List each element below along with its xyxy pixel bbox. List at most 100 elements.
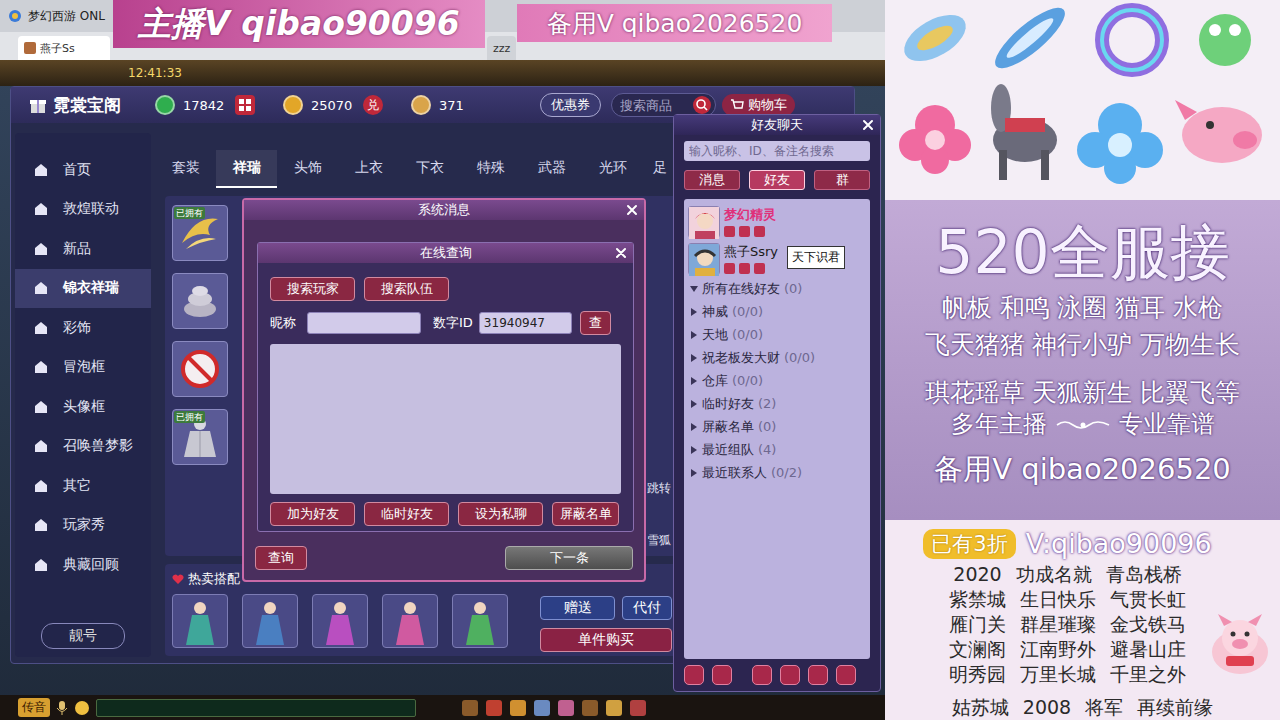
sidebar-item[interactable]: 新品 [15, 229, 151, 269]
collapse-arrow-icon[interactable] [690, 285, 698, 293]
client-tab[interactable]: 燕子Ss [18, 36, 110, 60]
hidden-item-label[interactable]: 跳转 [647, 480, 671, 497]
item-card[interactable]: 已拥有 [172, 409, 228, 465]
friend-group[interactable]: 最近联系人(0/2) [688, 461, 866, 484]
category-tab[interactable]: 祥瑞 [216, 150, 277, 188]
item-card[interactable]: 已拥有 [172, 205, 228, 261]
mail-icon[interactable] [780, 665, 800, 685]
friend-tab[interactable]: 群 [814, 170, 870, 190]
expand-arrow-icon[interactable] [690, 469, 698, 477]
sidebar-item[interactable]: 彩饰 [15, 308, 151, 348]
settings-icon[interactable] [836, 665, 856, 685]
expand-arrow-icon[interactable] [690, 446, 698, 454]
sidebar-label[interactable]: 头像框 [63, 398, 105, 416]
group-label[interactable]: 临时好友 [702, 395, 754, 413]
expand-arrow-icon[interactable] [690, 331, 698, 339]
emote-icon[interactable] [74, 700, 90, 716]
friend-name[interactable]: 燕子Ssry [724, 243, 778, 261]
menu-icon[interactable] [808, 665, 828, 685]
next-button[interactable]: 下一条 [505, 546, 633, 570]
mic-icon[interactable] [56, 700, 68, 716]
hidden-item-label[interactable]: 雪狐 [647, 532, 671, 549]
close-icon[interactable] [862, 119, 874, 131]
client-tab-label[interactable]: zzz [493, 42, 510, 55]
search-input[interactable] [620, 98, 693, 113]
sidebar-item[interactable]: 首页 [15, 150, 151, 190]
category-tab[interactable]: 武器 [521, 150, 582, 188]
pay-for-button[interactable]: 代付 [622, 596, 672, 620]
mode-button[interactable]: 搜索队伍 [364, 277, 449, 301]
category-tab[interactable]: 下衣 [399, 150, 460, 188]
item-card[interactable] [172, 273, 228, 329]
sidebar-label[interactable]: 召唤兽梦影 [63, 437, 133, 455]
friend-group[interactable]: 神威(0/0) [688, 300, 866, 323]
cart-label[interactable]: 购物车 [748, 96, 787, 114]
client-tab[interactable]: zzz [487, 36, 516, 60]
friend-search-input[interactable] [684, 141, 870, 161]
outfit-card[interactable] [312, 594, 368, 648]
mode-button[interactable]: 搜索玩家 [270, 277, 355, 301]
chat-input[interactable] [96, 699, 416, 717]
friend-row[interactable]: 梦幻精灵 [688, 203, 866, 240]
buy-single-button[interactable]: 单件购买 [540, 628, 672, 652]
group-label[interactable]: 祝老板发大财 [702, 349, 780, 367]
friend-group[interactable]: 最近组队(4) [688, 438, 866, 461]
group-label[interactable]: 最近组队 [702, 441, 754, 459]
grid-menu-icon[interactable] [235, 95, 255, 115]
friend-group[interactable]: 临时好友(2) [688, 392, 866, 415]
friend-group[interactable]: 祝老板发大财(0/0) [688, 346, 866, 369]
action-button[interactable]: 加为好友 [270, 502, 355, 526]
category-tab[interactable]: 特殊 [460, 150, 521, 188]
outfit-card[interactable] [242, 594, 298, 648]
sidebar-label[interactable]: 玩家秀 [63, 516, 105, 534]
cart-button[interactable]: 购物车 [722, 94, 795, 116]
sidebar-label[interactable]: 冒泡框 [63, 358, 105, 376]
expand-arrow-icon[interactable] [690, 423, 698, 431]
coupon-button[interactable]: 优惠券 [540, 93, 601, 117]
friend-group[interactable]: 仓库(0/0) [688, 369, 866, 392]
expand-arrow-icon[interactable] [690, 377, 698, 385]
sidebar-label[interactable]: 首页 [63, 161, 91, 179]
category-tab[interactable]: 头饰 [277, 150, 338, 188]
friend-group[interactable]: 屏蔽名单(0) [688, 415, 866, 438]
client-tab-label[interactable]: 燕子Ss [40, 41, 75, 56]
up-icon[interactable] [752, 665, 772, 685]
sidebar-label[interactable]: 其它 [63, 477, 91, 495]
friend-tab[interactable]: 好友 [749, 170, 805, 190]
sidebar-item[interactable]: 典藏回顾 [15, 545, 151, 585]
category-tab[interactable]: 光环 [582, 150, 643, 188]
friend-tab[interactable]: 消息 [684, 170, 740, 190]
group-label[interactable]: 所有在线好友 [702, 280, 780, 298]
action-button[interactable]: 临时好友 [364, 502, 449, 526]
nickname-input[interactable] [307, 312, 421, 334]
sidebar-label[interactable]: 新品 [63, 240, 91, 258]
sidebar-label[interactable]: 彩饰 [63, 319, 91, 337]
id-input[interactable] [479, 312, 572, 334]
search-button[interactable]: 查 [580, 311, 611, 335]
friend-group[interactable]: 天地(0/0) [688, 323, 866, 346]
outfit-card[interactable] [452, 594, 508, 648]
action-button[interactable]: 屏蔽名单 [552, 502, 619, 526]
sidebar-label[interactable]: 敦煌联动 [63, 200, 119, 218]
close-icon[interactable] [615, 247, 627, 259]
category-tab[interactable]: 上衣 [338, 150, 399, 188]
group-label[interactable]: 仓库 [702, 372, 728, 390]
sidebar-item[interactable]: 玩家秀 [15, 506, 151, 546]
item-card[interactable] [172, 341, 228, 397]
group-label[interactable]: 最近联系人 [702, 464, 767, 482]
sidebar-item[interactable]: 其它 [15, 466, 151, 506]
sidebar-item[interactable]: 召唤兽梦影 [15, 427, 151, 467]
query-button[interactable]: 查询 [255, 546, 307, 570]
outfit-card[interactable] [172, 594, 228, 648]
voice-button[interactable]: 传音 [18, 698, 50, 717]
friend-group[interactable]: 所有在线好友(0) [688, 277, 866, 300]
sidebar-item[interactable]: 锦衣祥瑞 [15, 269, 151, 309]
exchange-button[interactable]: 兑 [363, 95, 383, 115]
expand-arrow-icon[interactable] [690, 354, 698, 362]
vip-number-button[interactable]: 靓号 [41, 623, 125, 649]
friend-name[interactable]: 梦幻精灵 [724, 206, 776, 224]
add-friend-icon[interactable] [684, 665, 704, 685]
group-label[interactable]: 天地 [702, 326, 728, 344]
category-tab[interactable]: 套装 [155, 150, 216, 188]
group-label[interactable]: 神威 [702, 303, 728, 321]
